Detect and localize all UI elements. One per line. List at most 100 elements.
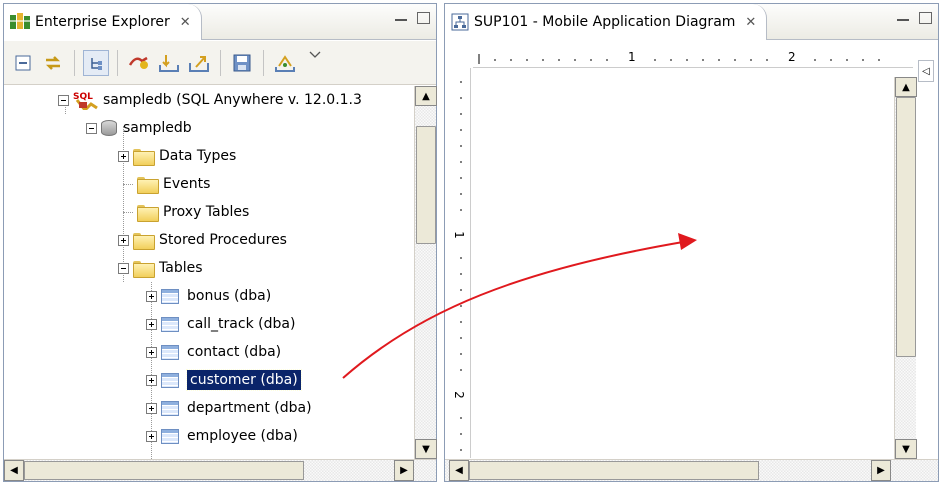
scroll-left-icon[interactable]: ◀: [4, 460, 24, 481]
diagram-tab-title: SUP101 - Mobile Application Diagram: [474, 14, 736, 30]
tree-node-table-employee[interactable]: employee (dba): [146, 422, 298, 450]
scroll-down-icon[interactable]: ▼: [415, 439, 437, 459]
expand-toggle-icon[interactable]: [146, 402, 157, 414]
expand-toggle-icon[interactable]: [118, 150, 129, 162]
database-icon: [101, 120, 117, 136]
expand-toggle-icon[interactable]: [146, 430, 157, 442]
horizontal-ruler: 1 2: [473, 50, 913, 68]
collapse-all-icon[interactable]: [10, 50, 36, 76]
tree-node-label: Data Types: [159, 148, 237, 164]
tree-node-table-bonus[interactable]: bonus (dba): [146, 282, 271, 310]
scroll-up-icon[interactable]: ▲: [895, 77, 917, 97]
diagram-vertical-scrollbar[interactable]: ▲ ▼: [894, 77, 917, 459]
explorer-horizontal-scrollbar[interactable]: ◀ ▶: [4, 459, 436, 481]
scroll-thumb[interactable]: [469, 461, 759, 480]
folder-icon: [137, 204, 159, 222]
tree-node-table-department[interactable]: department (dba): [146, 394, 312, 422]
scroll-left-icon[interactable]: ◀: [449, 460, 469, 481]
tree-node-events[interactable]: Events: [123, 170, 210, 198]
diagram-horizontal-scrollbar[interactable]: ◀ ▶: [445, 459, 938, 481]
tree-node-label: bonus (dba): [187, 288, 272, 304]
tree-node-label: call_track (dba): [187, 316, 296, 332]
tree-node-table-customer[interactable]: customer (dba): [146, 366, 302, 394]
ruler-v-label: 1: [451, 231, 466, 239]
view-menu-icon[interactable]: [302, 50, 328, 76]
folder-icon: [133, 232, 155, 250]
tree-node-label: Events: [163, 176, 211, 192]
link-with-editor-icon[interactable]: [40, 50, 66, 76]
folder-icon: [133, 260, 155, 278]
explorer-window-controls: [395, 12, 430, 24]
scroll-down-icon[interactable]: ▼: [895, 439, 917, 459]
tree-node-sampledb-connection[interactable]: SQL sampledb (SQL Anywhere v. 12.0.1.3: [58, 86, 362, 114]
table-icon: [161, 400, 179, 416]
table-icon: [161, 428, 179, 444]
explorer-tab-close-icon[interactable]: ✕: [180, 15, 191, 30]
scroll-right-icon[interactable]: ▶: [394, 460, 414, 481]
maximize-icon[interactable]: [919, 12, 932, 24]
explorer-tab-title: Enterprise Explorer: [35, 14, 170, 30]
tree-node-table-contact[interactable]: contact (dba): [146, 338, 281, 366]
table-icon: [161, 344, 179, 360]
maximize-icon[interactable]: [417, 12, 430, 24]
scroll-thumb[interactable]: [896, 97, 916, 357]
scroll-thumb[interactable]: [416, 126, 436, 244]
diagram-canvas[interactable]: [473, 68, 913, 458]
minimize-icon[interactable]: [897, 14, 909, 21]
table-icon: [161, 316, 179, 332]
tree-node-data-types[interactable]: Data Types: [118, 142, 236, 170]
ruler-v-label: 2: [451, 391, 466, 399]
scroll-thumb[interactable]: [24, 461, 304, 480]
expand-toggle-icon[interactable]: [146, 346, 157, 358]
deploy-icon[interactable]: [272, 50, 298, 76]
diagram-editor: SUP101 - Mobile Application Diagram ✕ 1 …: [444, 3, 939, 482]
tree-node-label: department (dba): [187, 400, 312, 416]
expand-toggle-icon[interactable]: [118, 234, 129, 246]
diagram-tab-close-icon[interactable]: ✕: [745, 15, 756, 30]
connect-icon[interactable]: [126, 50, 152, 76]
toolbar-separator: [263, 49, 264, 76]
explorer-tree: SQL sampledb (SQL Anywhere v. 12.0.1.3 s…: [4, 86, 416, 459]
expand-toggle-icon[interactable]: [146, 374, 157, 386]
enterprise-explorer-view: Enterprise Explorer ✕ SQL sampledb (SQL …: [3, 3, 437, 482]
tree-connector: [123, 183, 133, 185]
minimize-icon[interactable]: [395, 14, 407, 21]
explorer-toolbar: [4, 41, 436, 85]
tree-node-stored-procedures[interactable]: Stored Procedures: [118, 226, 287, 254]
explorer-vertical-scrollbar[interactable]: ▲ ▼: [414, 86, 437, 459]
diagram-window-controls: [897, 12, 932, 24]
tree-node-label: Tables: [159, 260, 203, 276]
export-icon[interactable]: [186, 50, 212, 76]
toolbar-separator: [220, 49, 221, 76]
expand-toggle-icon[interactable]: [146, 318, 157, 330]
tree-node-proxy-tables[interactable]: Proxy Tables: [123, 198, 249, 226]
tree-layout-icon[interactable]: [83, 49, 109, 76]
collapse-toggle-icon[interactable]: [118, 262, 129, 274]
diagram-icon: [451, 13, 469, 31]
table-icon: [161, 372, 179, 388]
tree-node-label: Stored Procedures: [159, 232, 287, 248]
scroll-right-icon[interactable]: ▶: [871, 460, 891, 481]
diagram-tab[interactable]: SUP101 - Mobile Application Diagram ✕: [445, 4, 768, 40]
tree-node-table-call-track[interactable]: call_track (dba): [146, 310, 295, 338]
tree-node-label: Proxy Tables: [163, 204, 250, 220]
expand-toggle-icon[interactable]: [146, 290, 157, 302]
save-icon[interactable]: [229, 50, 255, 76]
tree-connector: [123, 211, 133, 213]
tree-node-sampledb[interactable]: sampledb: [86, 114, 192, 142]
tree-node-tables[interactable]: Tables: [118, 254, 203, 282]
collapse-toggle-icon[interactable]: [58, 94, 69, 106]
tree-node-label: sampledb (SQL Anywhere v. 12.0.1.3: [103, 92, 362, 108]
palette-collapse-icon[interactable]: ◁: [918, 60, 934, 82]
toolbar-separator: [117, 49, 118, 76]
explorer-tab-bar: Enterprise Explorer ✕: [4, 4, 436, 40]
import-icon[interactable]: [156, 50, 182, 76]
scroll-up-icon[interactable]: ▲: [415, 86, 437, 106]
collapse-toggle-icon[interactable]: [86, 122, 97, 134]
tree-node-label-selected: customer (dba): [186, 369, 302, 391]
tree-node-label: sampledb: [123, 120, 192, 136]
enterprise-explorer-tab[interactable]: Enterprise Explorer ✕: [4, 4, 202, 40]
table-icon: [161, 288, 179, 304]
folder-icon: [137, 176, 159, 194]
vertical-ruler: 1 2: [451, 68, 471, 458]
